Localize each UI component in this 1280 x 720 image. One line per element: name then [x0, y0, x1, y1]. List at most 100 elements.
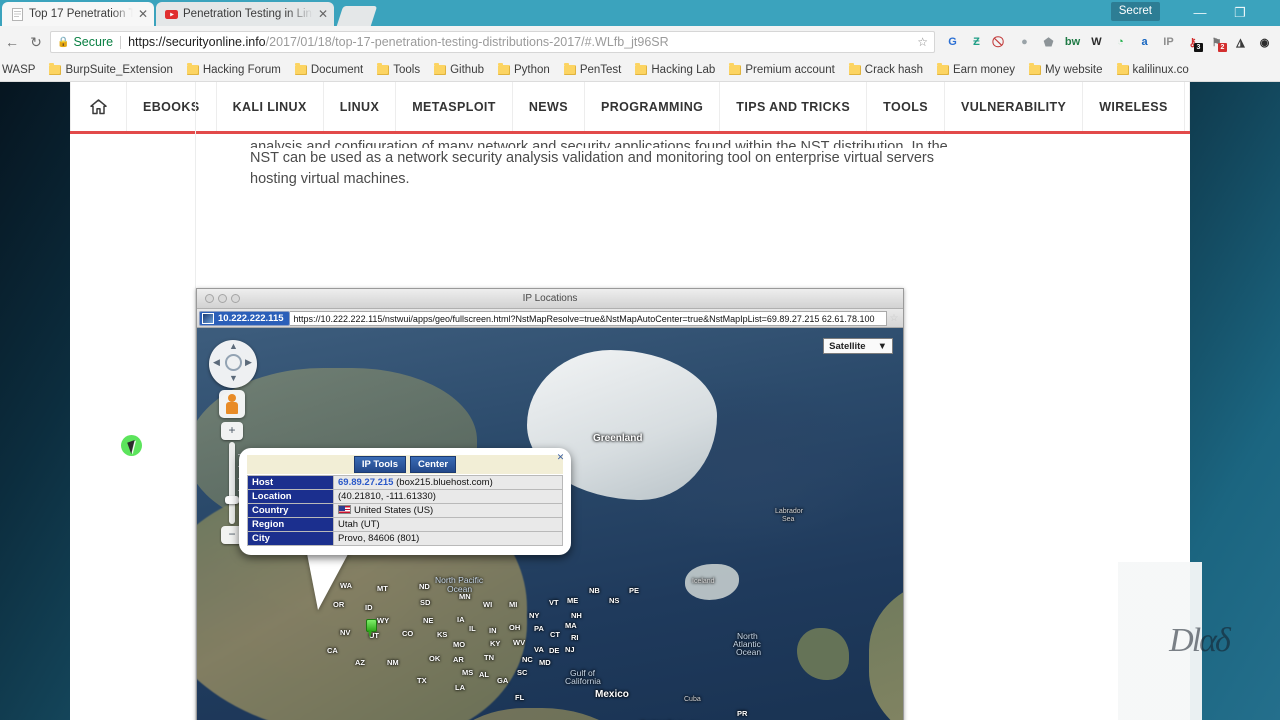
folder-icon: [49, 62, 62, 75]
nav-item-tips-and-tricks[interactable]: TIPS AND TRICKS: [720, 82, 868, 131]
center-map-icon[interactable]: [225, 354, 242, 371]
youtube-icon: [165, 8, 178, 21]
browser-tab-title: Penetration Testing in Linux: [183, 8, 313, 20]
ip-locations-window: IP Locations 10.222.222.115 https://10.2…: [196, 288, 904, 720]
url-domain: https://securityonline.info: [128, 35, 266, 49]
bookmark-item[interactable]: Earn money: [930, 62, 1022, 76]
map-label: Atlantic: [733, 639, 761, 649]
pan-down-icon[interactable]: ▼: [229, 373, 238, 383]
builtwith-extension-icon[interactable]: bw: [1061, 30, 1084, 54]
map-state-label: VT: [549, 598, 559, 607]
shopping-extension-icon[interactable]: ◮: [1229, 30, 1252, 54]
map-pan-control[interactable]: ▲ ▼ ◀ ▶: [209, 340, 257, 388]
minimize-window-icon[interactable]: —: [1180, 0, 1220, 26]
zotero-extension-icon[interactable]: Ƶ: [965, 30, 988, 54]
browser-tab-1[interactable]: Top 17 Penetration Testing Distributions…: [2, 2, 154, 26]
bookmark-label: Document: [310, 63, 364, 76]
article-paragraph: NST can be used as a network security an…: [250, 150, 934, 187]
lastpass-extension-icon[interactable]: ⚷ 3: [1181, 30, 1204, 54]
row-key: Host: [247, 475, 334, 490]
pin-provo-utah[interactable]: [365, 619, 377, 638]
bookmark-item[interactable]: WASP: [0, 64, 42, 76]
back-icon[interactable]: ←: [0, 34, 24, 50]
site-identity-chip[interactable]: 10.222.222.115: [199, 310, 290, 326]
pan-left-icon[interactable]: ◀: [213, 357, 220, 368]
map-state-label: DE: [549, 646, 560, 655]
google-translate-extension-icon[interactable]: G: [941, 30, 964, 54]
nav-item-vulnerability[interactable]: VULNERABILITY: [945, 82, 1084, 131]
ip-lookup-extension-icon[interactable]: IP: [1157, 30, 1180, 54]
page-icon: [11, 7, 24, 21]
alexa-rank-extension-icon[interactable]: a: [1133, 30, 1156, 54]
maximize-window-icon[interactable]: ❐: [1220, 0, 1260, 26]
address-bar[interactable]: 🔒 Secure https://securityonline.info/201…: [50, 31, 935, 53]
sidebar-item-home[interactable]: [70, 82, 127, 131]
pan-right-icon[interactable]: ▶: [245, 357, 252, 368]
row-value: (40.21810, -111.61330): [333, 489, 563, 504]
bookmark-star-icon[interactable]: ☆: [887, 313, 901, 324]
nav-item-tools[interactable]: TOOLS: [867, 82, 946, 131]
nav-item-programming[interactable]: PROGRAMMING: [585, 82, 721, 131]
ip-tools-button[interactable]: IP Tools: [353, 456, 406, 473]
nav-item-news[interactable]: NEWS: [513, 82, 585, 131]
map-type-button[interactable]: Satellite ▼: [823, 338, 893, 354]
bookmark-label: Tools: [393, 63, 421, 76]
browser-tab-2[interactable]: Penetration Testing in Linux ✕: [156, 2, 334, 26]
folder-icon: [729, 62, 742, 75]
info-bubble-toolbar: IP Tools Center: [247, 455, 563, 474]
new-tab-button[interactable]: [336, 6, 378, 26]
center-button[interactable]: Center: [409, 456, 457, 473]
map-state-label: NH: [571, 611, 582, 620]
window-title-bar[interactable]: IP Locations: [197, 289, 903, 309]
zoom-track[interactable]: [229, 442, 242, 524]
host-ip-link[interactable]: 69.89.27.215: [338, 477, 393, 488]
wordpress-extension-icon[interactable]: W: [1085, 30, 1108, 54]
nav-item-linux[interactable]: LINUX: [324, 82, 397, 131]
close-icon[interactable]: ✕: [556, 453, 565, 462]
map-state-label: NY: [529, 611, 540, 620]
ghostery-extension-icon[interactable]: ●: [1013, 30, 1036, 54]
bookmark-item[interactable]: kalilinux.co: [1110, 62, 1196, 76]
folder-icon: [377, 62, 390, 75]
bookmark-item[interactable]: Python: [491, 62, 557, 76]
map-state-label: CT: [550, 630, 560, 639]
zoom-slider-thumb[interactable]: [225, 496, 239, 504]
window-url-text[interactable]: https://10.222.222.115/nstwui/apps/geo/f…: [289, 310, 887, 326]
lock-icon: 🔒: [57, 36, 70, 48]
cookie-extension-icon[interactable]: ⬟: [1037, 30, 1060, 54]
nav-item-ebooks[interactable]: EBOOKS: [127, 82, 217, 131]
tab-strip: Top 17 Penetration Testing Distributions…: [0, 0, 1280, 26]
row-value: Provo, 84606 (801): [333, 531, 563, 546]
article-paragraph-clipped: analysis and configuration of many netwo…: [250, 139, 948, 148]
bookmark-item[interactable]: Premium account: [722, 62, 841, 76]
reload-icon[interactable]: ↻: [24, 34, 48, 51]
zoom-in-button[interactable]: +: [221, 422, 243, 440]
pan-up-icon[interactable]: ▲: [229, 341, 238, 351]
bookmark-item[interactable]: Crack hash: [842, 62, 930, 76]
profile-badge[interactable]: Secret: [1110, 2, 1160, 21]
home-icon: [90, 98, 107, 115]
tor-extension-icon[interactable]: ◉: [1253, 30, 1276, 54]
bookmark-item[interactable]: My website: [1022, 62, 1110, 76]
street-view-pegman-icon[interactable]: [219, 390, 245, 418]
nav-item-metasploit[interactable]: METASPLOIT: [396, 82, 513, 131]
close-icon[interactable]: ✕: [138, 8, 148, 20]
bookmark-star-icon[interactable]: ☆: [917, 35, 928, 49]
map-label: Sea: [782, 516, 795, 523]
bookmark-item[interactable]: PenTest: [557, 62, 629, 76]
adblock-extension-icon[interactable]: ⃠: [989, 30, 1012, 54]
bookmark-item[interactable]: Github: [427, 62, 491, 76]
wappalyzer-extension-icon[interactable]: ◔: [1109, 30, 1132, 54]
nav-item-kali-linux[interactable]: KALI LINUX: [217, 82, 324, 131]
close-icon[interactable]: ✕: [318, 8, 328, 20]
nav-item-wireless[interactable]: WIRELESS: [1083, 82, 1185, 131]
bookmark-item[interactable]: Hacking Lab: [628, 62, 722, 76]
bookmark-item[interactable]: Hacking Forum: [180, 62, 288, 76]
map-canvas[interactable]: GreenlandNorwegianSeaIcelandSverigeSwede…: [197, 328, 903, 720]
bookmark-item[interactable]: Tools: [370, 62, 427, 76]
bookmark-item[interactable]: BurpSuite_Extension: [42, 62, 179, 76]
bookmark-item[interactable]: Document: [288, 62, 370, 76]
extension-badge: 2: [1218, 43, 1227, 52]
proxy-extension-icon[interactable]: ⚑ 2: [1205, 30, 1228, 54]
map-state-label: NJ: [565, 645, 575, 654]
